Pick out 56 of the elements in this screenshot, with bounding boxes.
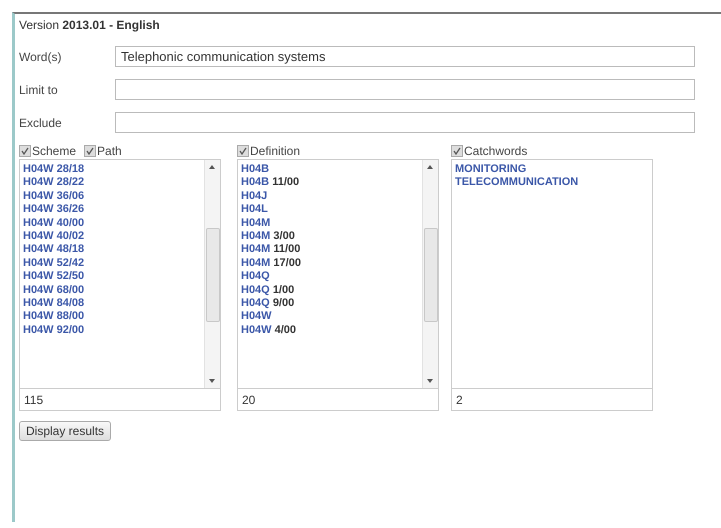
list-item[interactable]: H04W 48/18 bbox=[23, 243, 201, 257]
list-item[interactable]: H04Q bbox=[241, 270, 419, 284]
list-item[interactable]: H04Q 1/00 bbox=[241, 284, 419, 297]
checkbox[interactable] bbox=[19, 145, 31, 157]
list-item[interactable]: H04W 28/22 bbox=[23, 176, 201, 190]
scrollbar[interactable] bbox=[422, 160, 438, 388]
checkbox-label[interactable]: Catchwords bbox=[464, 144, 528, 158]
input-field[interactable] bbox=[115, 112, 695, 133]
list-item[interactable]: H04W 88/00 bbox=[23, 310, 201, 324]
list-item[interactable]: H04W 36/06 bbox=[23, 190, 201, 204]
field-label: Word(s) bbox=[19, 50, 62, 64]
list-box[interactable]: H04B H04B 11/00 H04J H04L H04M H04M 3/00 H04M 11/00 H04M 17/00 H04Q H04Q 1/00 H04Q 9/00 H04W H04W 4/00 bbox=[237, 159, 439, 389]
list-item[interactable]: H04W 52/50 bbox=[23, 270, 201, 284]
list-item[interactable]: H04W 36/26 bbox=[23, 203, 201, 217]
list-item[interactable]: H04W 84/08 bbox=[23, 296, 201, 310]
list-item[interactable]: TELECOMMUNICATION bbox=[455, 176, 649, 190]
scroll-down-arrow-icon[interactable] bbox=[427, 379, 433, 383]
list-box[interactable]: MONITORING TELECOMMUNICATION bbox=[451, 159, 653, 389]
list-item[interactable]: H04Q 9/00 bbox=[241, 296, 419, 310]
list-item[interactable]: H04B 11/00 bbox=[241, 176, 419, 190]
list-item[interactable]: H04J bbox=[241, 190, 419, 204]
list-item[interactable]: H04L bbox=[241, 203, 419, 217]
list-item[interactable]: H04W 28/18 bbox=[23, 163, 201, 176]
list-item[interactable]: H04M 17/00 bbox=[241, 256, 419, 270]
checkbox[interactable] bbox=[237, 145, 249, 157]
count-field: 2 bbox=[451, 389, 653, 411]
list-item[interactable]: H04W bbox=[241, 310, 419, 324]
input-field[interactable]: Telephonic communication systems bbox=[115, 46, 695, 67]
checkbox-label[interactable]: Path bbox=[97, 144, 122, 158]
list-item[interactable]: H04W 68/00 bbox=[23, 284, 201, 297]
scroll-down-arrow-icon[interactable] bbox=[209, 379, 215, 383]
list-item[interactable]: H04M 11/00 bbox=[241, 243, 419, 257]
field-label: Limit to bbox=[19, 82, 59, 96]
list-item[interactable]: H04W 92/00 bbox=[23, 324, 201, 338]
list-item[interactable]: H04W 4/00 bbox=[241, 324, 419, 338]
list-item[interactable]: H04W 40/02 bbox=[23, 230, 201, 244]
list-item[interactable]: H04M 3/00 bbox=[241, 230, 419, 244]
checkbox[interactable] bbox=[451, 145, 463, 157]
scrollbar[interactable] bbox=[204, 160, 220, 388]
list-item[interactable]: H04M bbox=[241, 216, 419, 230]
list-item[interactable]: H04B bbox=[241, 163, 419, 176]
checkbox-label[interactable]: Scheme bbox=[32, 144, 76, 158]
display-results-button[interactable]: Display results bbox=[19, 421, 112, 441]
list-box[interactable]: H04W 28/18 H04W 28/22 H04W 36/06 H04W 36/26 H04W 40/00 H04W 40/02 H04W 48/18 H04W 52/42 H04W 52/50 H04W 68/00 H04W 84/08 H04W 88/00 H04W 92/00 bbox=[19, 159, 221, 389]
checkbox[interactable] bbox=[84, 145, 96, 157]
input-field[interactable] bbox=[115, 79, 695, 100]
checkbox-label[interactable]: Definition bbox=[250, 144, 300, 158]
list-item[interactable]: MONITORING bbox=[455, 163, 649, 176]
list-item[interactable]: H04W 40/00 bbox=[23, 216, 201, 230]
count-field: 20 bbox=[237, 389, 439, 411]
field-label: Exclude bbox=[19, 116, 63, 130]
count-field: 115 bbox=[19, 389, 221, 411]
scroll-up-arrow-icon[interactable] bbox=[209, 165, 215, 169]
version-text: Version 2013.01 - English bbox=[19, 18, 161, 34]
list-item[interactable]: H04W 52/42 bbox=[23, 256, 201, 270]
scroll-up-arrow-icon[interactable] bbox=[427, 165, 433, 169]
